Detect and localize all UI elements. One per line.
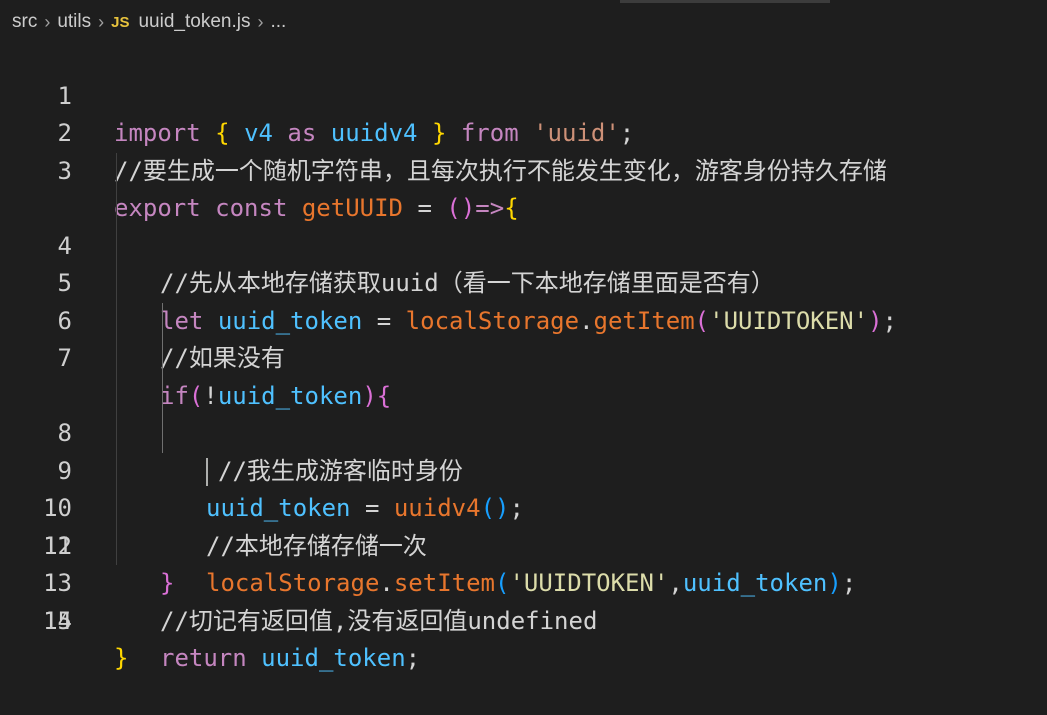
line-number: 15 <box>43 606 72 635</box>
code-line[interactable]: 13 //切记有返回值,没有返回值undefined <box>0 490 1047 635</box>
indent-guide <box>116 302 117 340</box>
code-line[interactable]: 10 //本地存储存储一次 <box>0 377 1047 560</box>
code-line[interactable]: 4 //先从本地存储获取uuid（看一下本地存储里面是否有） <box>0 152 1047 297</box>
indent-guide <box>116 527 117 565</box>
punctuation: ; <box>405 644 421 672</box>
line-content: } <box>114 640 128 678</box>
indent-guide <box>116 152 117 190</box>
indent-guide <box>116 452 117 490</box>
brace: } <box>114 644 129 672</box>
code-line[interactable]: 15 } <box>0 565 1047 673</box>
breadcrumb-symbols[interactable]: ... <box>270 11 286 33</box>
indent-guide-active <box>162 302 163 340</box>
indent-guide <box>116 415 117 453</box>
breadcrumb-file[interactable]: uuid_token.js <box>138 11 250 33</box>
code-line[interactable]: 7 if(!uuid_token){ <box>0 265 1047 410</box>
breadcrumb: src › utils › JS uuid_token.js › ... <box>12 8 286 36</box>
indent-guide <box>116 265 117 303</box>
indent-guide <box>116 490 117 528</box>
javascript-file-icon: JS <box>111 13 130 31</box>
code-line[interactable]: 6 //如果没有 <box>0 227 1047 372</box>
indent-guide-active <box>162 340 163 378</box>
indent-guide-active <box>162 415 163 453</box>
code-line[interactable]: 8 //我生成游客临时身份 <box>0 302 1047 486</box>
comment: //切记有返回值,没有返回值undefined <box>160 606 598 635</box>
code-line[interactable]: 3 export const getUUID = ()=>{ <box>0 115 1047 223</box>
breadcrumb-folder-src[interactable]: src <box>12 11 37 33</box>
chevron-right-icon: › <box>98 11 105 32</box>
code-line[interactable]: 12 } <box>0 452 1047 597</box>
chevron-right-icon: › <box>257 11 264 32</box>
code-line[interactable]: 11 localStorage.setItem('UUIDTOKEN',uuid… <box>0 415 1047 597</box>
identifier: uuid_token <box>261 644 406 672</box>
code-line[interactable]: 2 //要生成一个随机字符串，且每次执行不能发生变化，游客身份持久存储 <box>0 78 1047 185</box>
code-line[interactable]: 14 return uuid_token; <box>0 527 1047 672</box>
breadcrumb-folder-utils[interactable]: utils <box>57 11 91 33</box>
code-editor[interactable]: 1 import { v4 as uuidv4 } from 'uuid'; 2… <box>0 40 1047 673</box>
line-content: //切记有返回值,没有返回值undefined <box>160 603 597 641</box>
indent-guide <box>116 227 117 265</box>
tab-strip-edge <box>620 0 830 3</box>
indent-guide-active <box>162 377 163 415</box>
indent-guide <box>116 190 117 228</box>
code-line[interactable]: 1 import { v4 as uuidv4 } from 'uuid'; <box>0 40 1047 148</box>
code-line[interactable]: 5 let uuid_token = localStorage.getItem(… <box>0 190 1047 335</box>
indent-guide <box>116 340 117 378</box>
code-line[interactable]: 9 uuid_token = uuidv4(); <box>0 340 1047 522</box>
keyword: return <box>160 644 247 672</box>
indent-guide <box>116 377 117 415</box>
chevron-right-icon: › <box>44 11 51 32</box>
line-content: return uuid_token; <box>160 640 420 678</box>
